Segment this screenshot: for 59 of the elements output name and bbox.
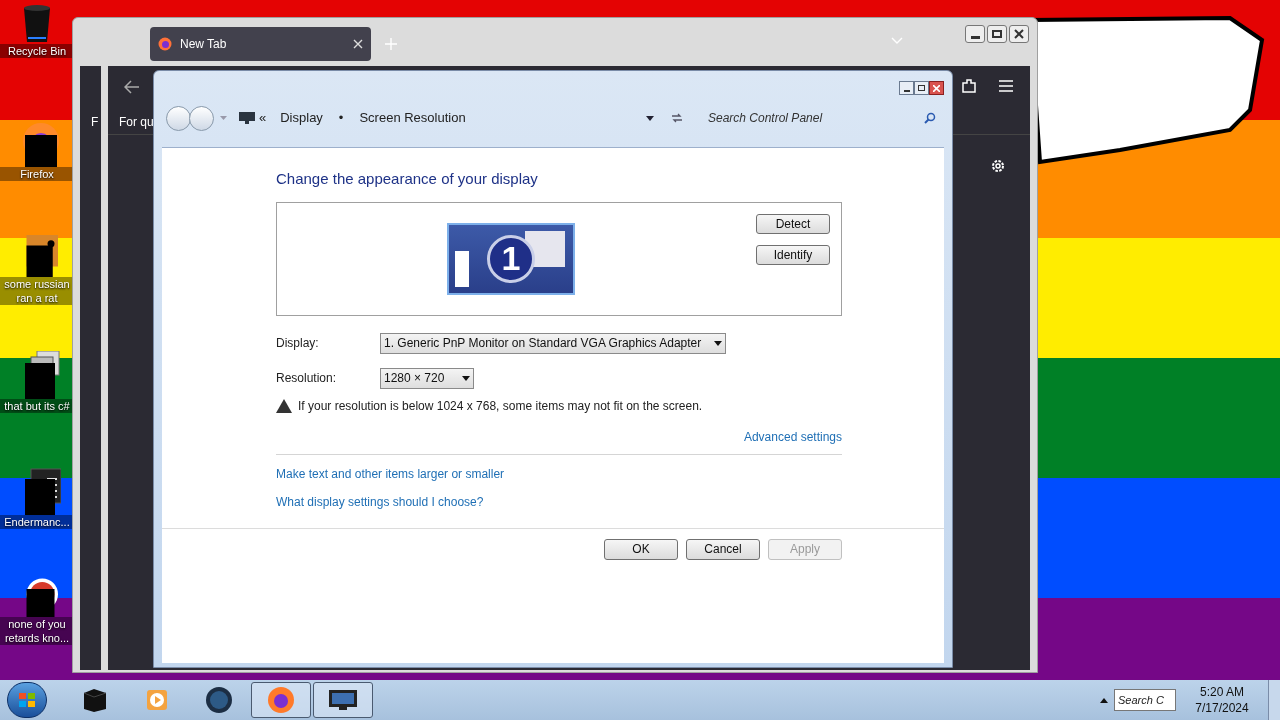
window-thumbnail bbox=[455, 250, 469, 287]
help-link[interactable]: Make text and other items larger or smaller bbox=[276, 464, 505, 483]
tab-title: New Tab bbox=[180, 36, 228, 53]
firefox-icon bbox=[158, 37, 172, 51]
minimize-button[interactable] bbox=[899, 81, 914, 95]
dialog-button[interactable]: Cancel bbox=[686, 538, 760, 560]
clock-date[interactable]: 7/17/2024 bbox=[1195, 700, 1249, 716]
monitor-icon[interactable] bbox=[313, 682, 373, 718]
breadcrumb-overflow[interactable]: « bbox=[259, 108, 267, 128]
extension-icon[interactable] bbox=[961, 78, 977, 94]
desktop-icon-label[interactable]: Endermanc... bbox=[0, 515, 74, 529]
desktop-icon-label[interactable]: Recycle Bin bbox=[0, 44, 74, 58]
close-button[interactable] bbox=[1009, 25, 1029, 43]
search-field[interactable]: Search Control Panel bbox=[708, 109, 924, 127]
search-field[interactable]: Search C bbox=[1114, 689, 1176, 711]
warning-icon bbox=[276, 398, 292, 413]
start-button[interactable] bbox=[7, 682, 47, 718]
show-hidden-icons-icon[interactable] bbox=[1100, 697, 1108, 703]
back-arrow-icon[interactable] bbox=[124, 80, 140, 94]
panel-button[interactable]: Identify bbox=[756, 244, 830, 265]
help-link[interactable]: What display settings should I choose? bbox=[276, 492, 484, 511]
desktop-icon-label[interactable]: Firefox bbox=[0, 167, 74, 181]
close-icon bbox=[933, 84, 940, 92]
bookmark-item[interactable]: F bbox=[91, 113, 99, 131]
dropdown-arrow-icon bbox=[714, 340, 722, 346]
close-icon bbox=[1014, 29, 1024, 39]
search-icon[interactable] bbox=[924, 112, 936, 124]
close-button[interactable] bbox=[929, 81, 944, 95]
field-label: Resolution: bbox=[276, 370, 338, 387]
dialog-button[interactable]: OK bbox=[604, 538, 678, 560]
minimize-button[interactable] bbox=[965, 25, 985, 43]
settings-icon[interactable] bbox=[990, 158, 1006, 174]
maximize-button[interactable] bbox=[987, 25, 1007, 43]
close-icon[interactable] bbox=[353, 39, 363, 49]
field-label: Display: bbox=[276, 335, 320, 352]
breadcrumb-item[interactable]: Screen Resolution bbox=[359, 108, 466, 128]
monitor-icon bbox=[239, 112, 255, 124]
desktop-icon-label[interactable]: none of you retards kno... bbox=[0, 617, 74, 645]
advanced-settings-link[interactable]: Advanced settings bbox=[743, 427, 842, 446]
refresh-icon[interactable] bbox=[670, 112, 684, 124]
breadcrumb-separator: • bbox=[338, 109, 344, 128]
dropdown[interactable]: 1280 × 720 bbox=[380, 367, 474, 389]
menu-icon[interactable] bbox=[999, 80, 1013, 92]
desktop-icon-label[interactable]: that but its c# bbox=[0, 399, 74, 413]
browser-icon[interactable] bbox=[251, 682, 311, 718]
page-heading: Change the appearance of your display bbox=[276, 169, 539, 189]
maximize-button[interactable] bbox=[914, 81, 929, 95]
windows-logo-icon bbox=[18, 692, 36, 708]
bookmark-item[interactable]: For qu bbox=[119, 113, 154, 131]
monitor-drawing[interactable]: 1 bbox=[447, 222, 575, 295]
breadcrumb-item[interactable]: Display bbox=[280, 108, 323, 128]
dropdown-arrow-icon bbox=[462, 375, 470, 381]
browser-tab[interactable]: New Tab bbox=[150, 27, 371, 61]
dropdown[interactable]: 1. Generic PnP Monitor on Standard VGA Graphics Adapter bbox=[380, 332, 726, 354]
trash-can-icon bbox=[22, 4, 52, 44]
panel-button[interactable]: Detect bbox=[756, 213, 830, 234]
monitor-number: 1 bbox=[487, 234, 535, 283]
clock-time[interactable]: 5:20 AM bbox=[1200, 684, 1244, 700]
warning-text: If your resolution is below 1024 x 768, some items may not fit on the screen. bbox=[298, 397, 703, 415]
